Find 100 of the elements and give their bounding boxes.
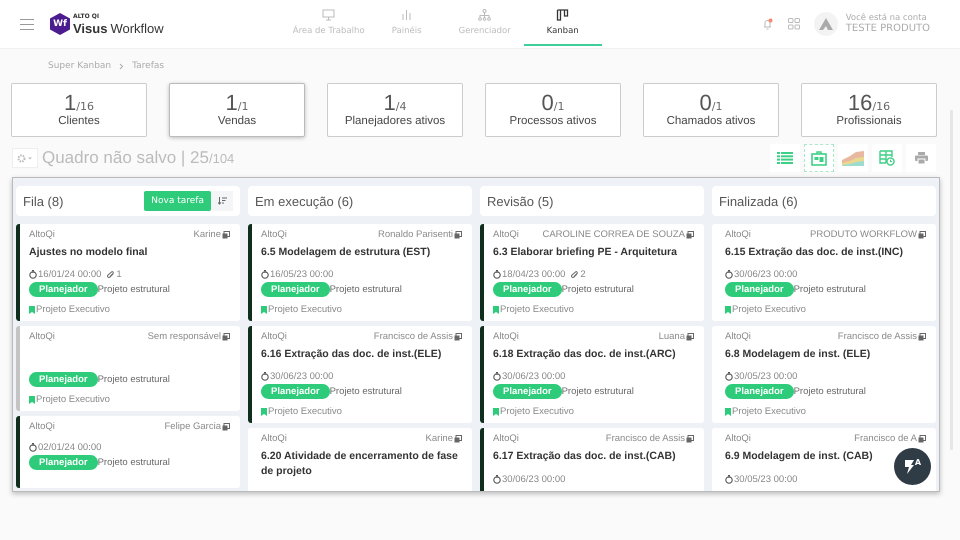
task-title: 6.20 Atividade de encerramento de fase de projeto <box>261 449 459 478</box>
task-title: 6.9 Modelagem de inst. (CAB) <box>725 449 873 464</box>
phase-name: Projeto Executivo <box>732 304 806 316</box>
assignee-name: Felipe Garcia <box>164 421 221 432</box>
phase-name: Projeto Executivo <box>732 406 806 418</box>
column-title: Em execução (6) <box>255 194 354 208</box>
column-title: Finalizada (6) <box>719 194 798 208</box>
stat-card[interactable]: 0/1 Chamados ativos <box>643 83 779 137</box>
phase-name: Projeto Executivo <box>268 304 342 316</box>
task-title: 6.8 Modelagem de inst. (ELE) <box>725 347 870 362</box>
task-card[interactable]: AltoQi Sem responsável Planejador Projeto estrutural Projeto Executivo <box>16 326 240 412</box>
apps-grid-icon[interactable] <box>788 18 800 30</box>
windows-icon <box>918 434 926 443</box>
assignee-name: Francisco de Assis <box>838 331 917 342</box>
stat-card[interactable]: 1/1 Vendas <box>169 83 305 137</box>
windows-icon <box>222 230 230 238</box>
view-toggle[interactable] <box>770 144 800 172</box>
assignee-name: PRODUTO WORKFLOW <box>810 229 917 240</box>
company-name: AltoQi <box>29 421 55 432</box>
stat-card[interactable]: 0/1 Processos ativos <box>485 83 621 137</box>
view-toggle[interactable] <box>838 144 868 172</box>
stat-value: 1 <box>384 92 396 114</box>
settings-icon <box>17 154 33 162</box>
company-name: AltoQi <box>725 433 751 444</box>
due-date: 16/01/24 00:00 <box>38 269 102 280</box>
paperclip-icon <box>107 270 116 279</box>
paperclip-icon <box>571 270 580 279</box>
monitor-icon <box>322 8 336 20</box>
company-name: AltoQi <box>493 331 519 342</box>
windows-icon <box>918 230 926 238</box>
bookmark-icon <box>261 306 267 314</box>
project-name: Projeto estrutural <box>98 284 170 296</box>
stat-value: 16 <box>848 92 872 114</box>
settings-dropdown[interactable] <box>12 148 38 168</box>
column-title: Revisão (5) <box>487 194 554 208</box>
task-card[interactable]: AltoQi Luana 6.18 Extração das doc. de inst.(ARC) 30/06/23 00:00 Planejador Projeto estrutural Projeto Executivo <box>480 326 704 424</box>
project-name: Projeto estrutural <box>98 374 170 386</box>
task-title: 6.15 Extração das doc. de inst.(INC) <box>725 245 903 260</box>
bookmark-icon <box>493 306 499 314</box>
task-card[interactable]: AltoQi PRODUTO WORKFLOW 6.15 Extração das doc. de inst.(INC) 30/06/23 00:00 Planejador Projeto estrutural Projeto Executivo <box>712 224 936 322</box>
windows-icon <box>222 422 230 431</box>
menu-icon[interactable] <box>20 18 34 30</box>
task-card[interactable]: AltoQi Francisco de Assis 6.8 Modelagem de inst. (ELE) 30/05/23 00:00 Planejador Projeto estrutural Projeto Executivo <box>712 326 936 424</box>
stat-value: 1 <box>64 92 76 114</box>
stopwatch-icon <box>725 474 733 484</box>
stat-total: /1 <box>554 101 564 112</box>
task-title: 6.18 Extração das doc. de inst.(ARC) <box>493 347 676 362</box>
bookmark-icon <box>725 306 731 314</box>
view-toggle[interactable] <box>804 144 834 172</box>
assignee-name: Luana <box>658 331 685 342</box>
task-card[interactable]: AltoQi Felipe Garcia 02/01/24 00:00 Planejador Projeto estrutural <box>16 416 240 488</box>
task-title: 6.17 Extração das doc. de inst.(CAB) <box>493 449 676 464</box>
assignee-name: Ronaldo Parisenti <box>378 229 453 240</box>
stat-card[interactable]: 16/16 Profissionais <box>801 83 937 137</box>
company-name: AltoQi <box>261 331 287 342</box>
task-card[interactable]: AltoQi Karine Ajustes no modelo final 16/01/24 00:00 1 Planejador Projeto estrutural Projeto Executivo <box>16 224 240 322</box>
sort-icon <box>218 197 226 205</box>
stat-label: Profissionais <box>836 116 902 128</box>
due-date: 18/04/23 00:00 <box>502 269 566 280</box>
task-card[interactable]: AltoQi Francisco de Assis 6.16 Extração das doc. de inst.(ELE) 30/06/23 00:00 Planejador Projeto estrutural Projeto Executivo <box>248 326 472 424</box>
phase-name: Projeto Executivo <box>36 304 110 316</box>
sort-button[interactable] <box>211 191 233 211</box>
assignee-name: Karine <box>426 433 453 444</box>
view-toggle[interactable] <box>872 144 902 172</box>
task-card[interactable]: AltoQi Francisco de Assis 6.17 Extração das doc. de inst.(CAB) 30/06/23 00:00 <box>480 428 704 491</box>
task-card[interactable]: AltoQi Karine 6.20 Atividade de encerramento de fase de projeto <box>248 428 472 491</box>
planner-tag: Planejador <box>261 282 330 298</box>
assignee-name: Francisco de Assis <box>374 331 453 342</box>
view-toggle[interactable] <box>906 144 936 172</box>
bell-icon[interactable] <box>762 18 774 30</box>
task-card[interactable]: AltoQi CAROLINE CORREA DE SOUZA 6.3 Elaborar briefing PE - Arquitetura 18/04/23 00:00 2 Planejador Projeto estrutural Projeto Executivo <box>480 224 704 322</box>
due-date: 30/05/23 00:00 <box>734 371 798 382</box>
due-date: 30/06/23 00:00 <box>270 371 334 382</box>
stat-total: /1 <box>712 101 722 112</box>
windows-icon <box>686 230 694 238</box>
due-date: 30/05/23 00:00 <box>734 474 798 485</box>
assignee-name: Francisco de Assis <box>606 433 685 444</box>
hierarchy-icon <box>478 8 492 20</box>
stopwatch-icon <box>725 372 733 382</box>
board-icon <box>811 150 827 166</box>
assignee-name: Karine <box>194 229 221 240</box>
brand-name: Visus <box>73 22 108 34</box>
account-avatar[interactable] <box>814 12 838 36</box>
logo-badge: Wf <box>50 13 70 35</box>
list-icon <box>777 152 793 164</box>
task-card[interactable]: AltoQi Ronaldo Parisenti 6.5 Modelagem de estrutura (EST) 16/05/23 00:00 Planejador Projeto estrutural Projeto Executivo <box>248 224 472 322</box>
planner-tag: Planejador <box>29 372 98 388</box>
column-title: Fila (8) <box>23 194 64 208</box>
stat-card[interactable]: 1/4 Planejadores ativos <box>327 83 463 137</box>
company-name: AltoQi <box>29 229 55 240</box>
table-clock-icon <box>879 150 895 166</box>
lightning-icon <box>904 460 915 474</box>
attachment-count: 2 <box>580 269 586 280</box>
project-name: Projeto estrutural <box>562 386 634 398</box>
bar-chart-icon <box>400 8 414 20</box>
nav-tab[interactable]: Kanban <box>524 0 602 46</box>
stopwatch-icon <box>493 270 501 280</box>
stat-value: 0 <box>700 92 712 114</box>
stat-label: Clientes <box>58 116 100 128</box>
stat-card[interactable]: 1/16 Clientes <box>11 83 147 137</box>
